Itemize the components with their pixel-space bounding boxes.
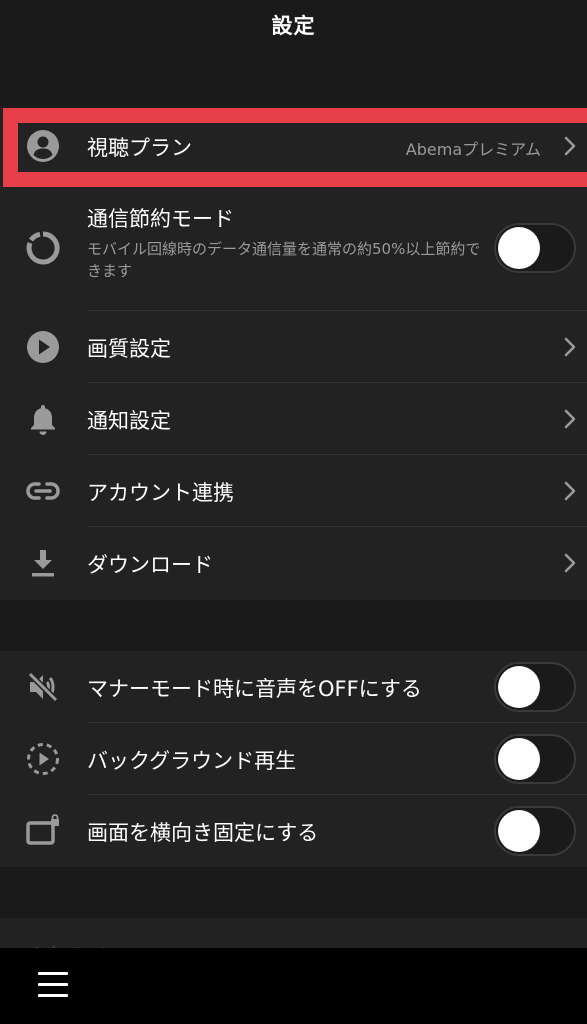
chevron-right-icon bbox=[562, 551, 578, 575]
header: 設定 bbox=[0, 0, 587, 108]
chevron-right-icon bbox=[562, 479, 578, 503]
download-label: ダウンロード bbox=[87, 553, 213, 577]
background-play-label: バックグラウンド再生 bbox=[87, 749, 297, 773]
settings-section-info: お知らせ bbox=[0, 918, 587, 968]
bottom-bar bbox=[0, 948, 587, 1024]
toggle-knob bbox=[498, 227, 540, 269]
notification-settings-label: 通知設定 bbox=[87, 409, 171, 433]
manner-mode-row: マナーモード時に音声をOFFにする bbox=[0, 651, 587, 723]
data-saver-icon bbox=[25, 230, 61, 266]
rotation-lock-icon bbox=[25, 813, 61, 849]
settings-section-playback: マナーモード時に音声をOFFにする バックグラウンド再生 画面を横向き固定にする bbox=[0, 651, 587, 867]
mute-icon bbox=[25, 669, 61, 705]
background-play-toggle[interactable] bbox=[494, 734, 576, 784]
rotation-lock-row: 画面を横向き固定にする bbox=[0, 795, 587, 867]
play-circle-icon bbox=[25, 329, 61, 365]
link-icon bbox=[25, 473, 61, 509]
account-link-row[interactable]: アカウント連携 bbox=[0, 455, 587, 527]
background-play-row: バックグラウンド再生 bbox=[0, 723, 587, 795]
download-row[interactable]: ダウンロード bbox=[0, 527, 587, 600]
bell-icon bbox=[25, 401, 61, 437]
chevron-right-icon bbox=[562, 407, 578, 431]
notification-settings-row[interactable]: 通知設定 bbox=[0, 383, 587, 455]
account-link-label: アカウント連携 bbox=[87, 481, 234, 505]
chevron-right-icon bbox=[562, 335, 578, 359]
manner-mode-label: マナーモード時に音声をOFFにする bbox=[87, 677, 422, 701]
menu-icon[interactable] bbox=[38, 972, 68, 998]
toggle-knob bbox=[498, 810, 540, 852]
page-title: 設定 bbox=[271, 14, 316, 38]
quality-settings-label: 画質設定 bbox=[87, 337, 171, 361]
data-saver-description: モバイル回線時のデータ通信量を通常の約50%以上節約できます bbox=[87, 240, 481, 280]
toggle-knob bbox=[498, 738, 540, 780]
data-saver-row: 通信節約モード モバイル回線時のデータ通信量を通常の約50%以上節約できます bbox=[0, 187, 587, 311]
rotation-lock-toggle[interactable] bbox=[494, 806, 576, 856]
background-play-icon bbox=[25, 741, 61, 777]
highlight-box bbox=[3, 108, 587, 187]
data-saver-toggle[interactable] bbox=[494, 223, 576, 273]
manner-mode-toggle[interactable] bbox=[494, 662, 576, 712]
data-saver-label: 通信節約モード bbox=[87, 207, 234, 231]
quality-settings-row[interactable]: 画質設定 bbox=[0, 311, 587, 383]
toggle-knob bbox=[498, 666, 540, 708]
rotation-lock-label: 画面を横向き固定にする bbox=[87, 821, 319, 845]
download-icon bbox=[25, 545, 61, 581]
